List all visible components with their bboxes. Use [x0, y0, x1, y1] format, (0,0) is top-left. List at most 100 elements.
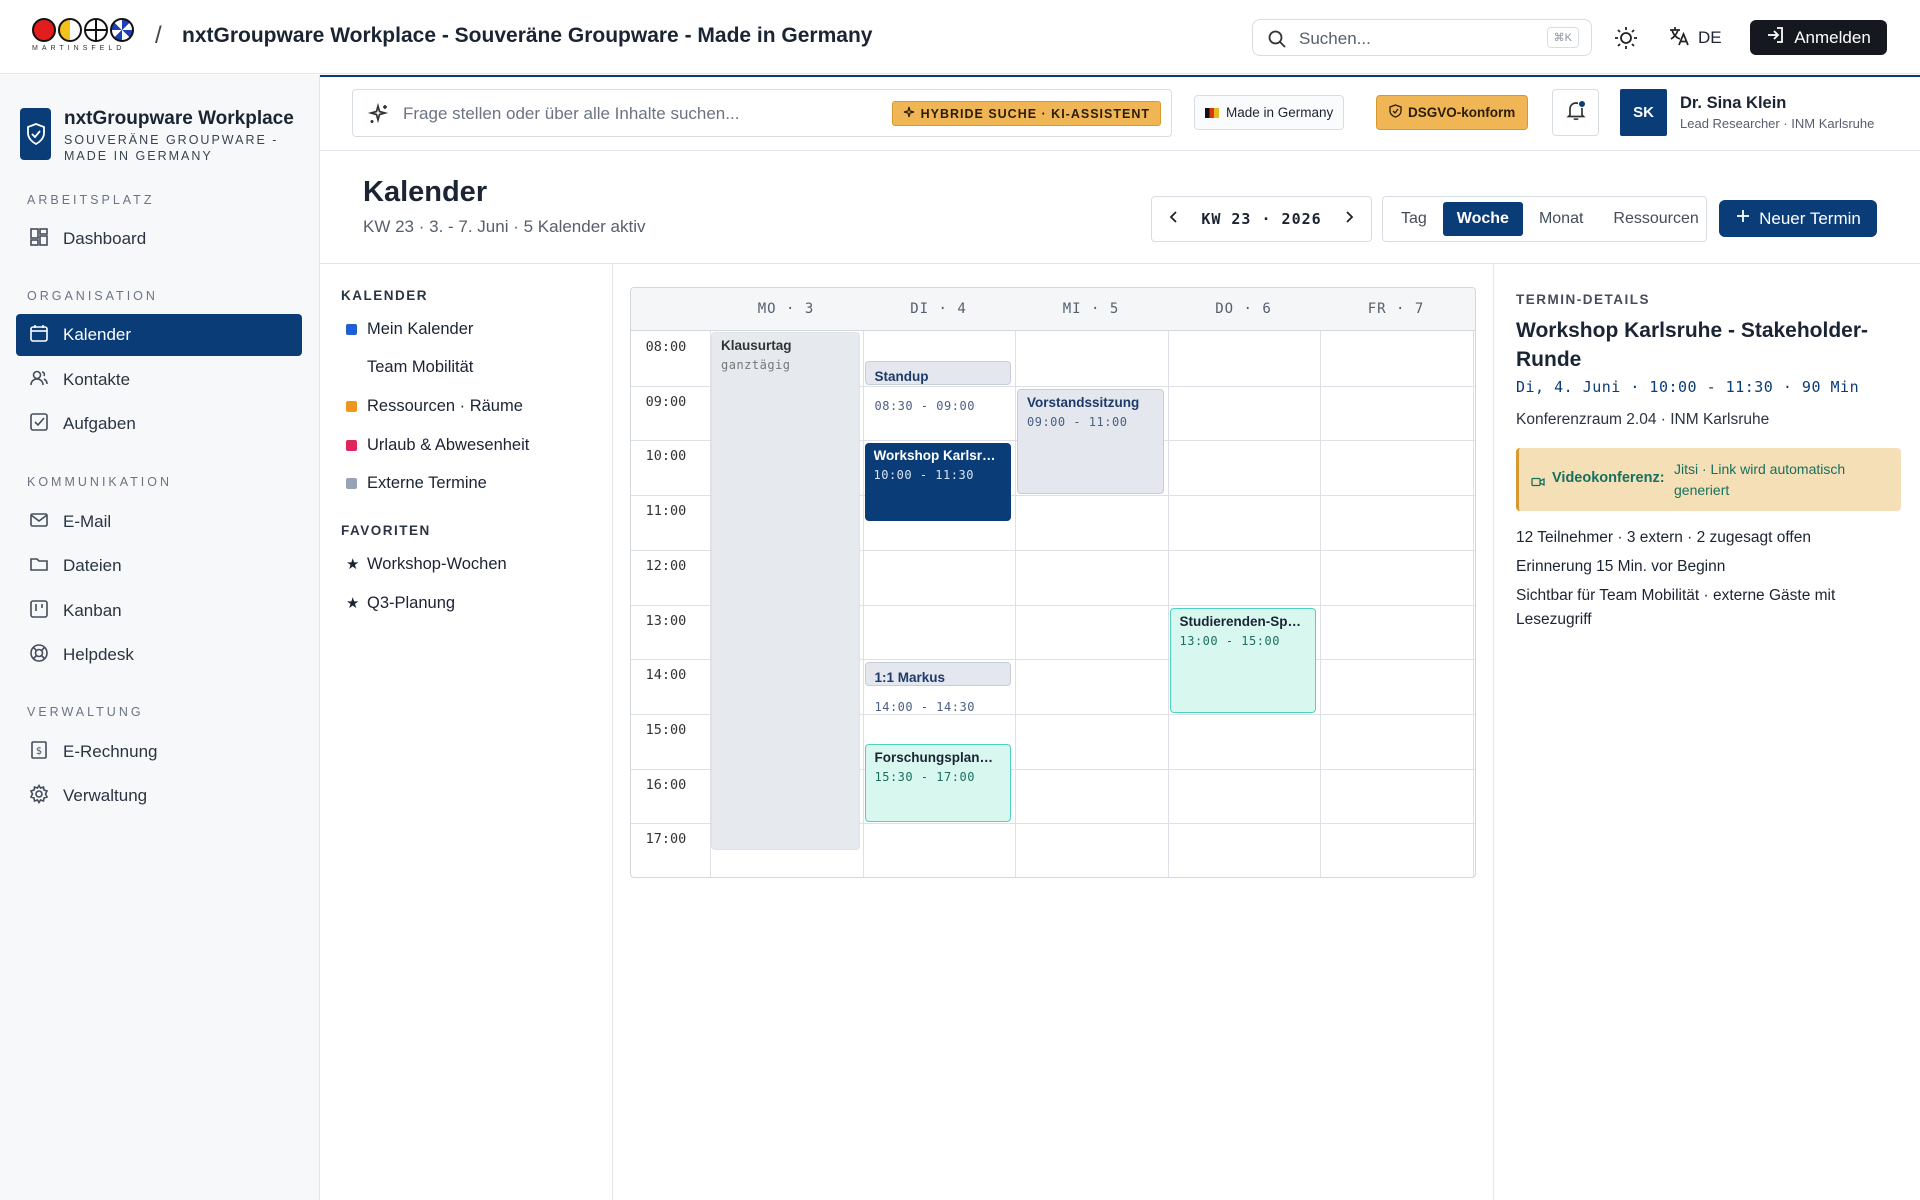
calendar-color-swatch	[346, 400, 357, 412]
sidebar-item-label: Helpdesk	[63, 645, 134, 664]
star-icon: ★	[346, 595, 360, 612]
login-icon	[1766, 25, 1786, 50]
day-gridline	[1167, 331, 1169, 877]
time-label: 17:00	[645, 831, 687, 848]
sidebar-item-kalender[interactable]: Kalender	[16, 314, 302, 356]
chevron-left-icon[interactable]	[1166, 209, 1182, 230]
event-title: Workshop Karlsruhe - Stakeholder-Runde	[873, 448, 1003, 464]
sidebar-item-verwaltung[interactable]: Verwaltung	[16, 775, 302, 817]
time-label: 13:00	[645, 612, 687, 629]
day-header[interactable]: MI · 5	[1015, 301, 1167, 317]
sidebar-item-e-rechnung[interactable]: $ E-Rechnung	[16, 731, 302, 773]
view-tab-tag[interactable]: Tag	[1387, 202, 1441, 236]
favorite-item-label: Workshop-Wochen	[367, 554, 507, 573]
sidebar-item-email[interactable]: E-Mail	[16, 501, 302, 543]
page-head: Kalender KW 23 · 3. - 7. Juni · 5 Kalend…	[320, 152, 1920, 264]
calendar-color-swatch	[346, 323, 357, 335]
search-icon	[1267, 29, 1287, 54]
dsgvo-label: DSGVO-konform	[1408, 105, 1516, 120]
details-location: Konferenzraum 2.04 · INM Karlsruhe	[1516, 411, 1770, 428]
calendar-item-externe-termine[interactable]: Externe Termine	[346, 472, 487, 494]
calendar-event[interactable]: Standup 08:30 - 09:00	[864, 361, 1011, 413]
sidebar-item-kontakte[interactable]: Kontakte	[16, 359, 302, 401]
language-button[interactable]: DE	[1668, 24, 1722, 52]
sidebar-item-helpdesk[interactable]: Helpdesk	[16, 634, 302, 676]
event-title: Studierenden-Sprechstunde	[1179, 613, 1307, 629]
shield-logo-icon	[20, 108, 51, 160]
dashboard-icon	[29, 227, 49, 252]
sidebar: nxtGroupware Workplace SOUVERÄNE GROUPWA…	[0, 75, 320, 1200]
calendars-heading: KALENDER	[341, 288, 429, 303]
user-name[interactable]: Dr. Sina Klein	[1680, 94, 1786, 113]
title-separator: /	[155, 22, 162, 49]
global-search-input[interactable]: Suchen... ⌘K	[1252, 19, 1592, 56]
section-label-kommunikation: KOMMUNIKATION	[27, 475, 173, 489]
logo-subtext: MARTINSFELD	[32, 45, 126, 52]
day-header[interactable]: DO · 6	[1168, 301, 1320, 317]
calendar-item-urlaub[interactable]: Urlaub & Abwesenheit	[346, 434, 529, 456]
details-visibility: Sichtbar für Team Mobilität · externe Gä…	[1516, 587, 1836, 628]
brand-subtitle: SOUVERÄNE GROUPWARE - MADE IN GERMANY	[64, 133, 279, 163]
sidebar-brand[interactable]: nxtGroupware Workplace SOUVERÄNE GROUPWA…	[20, 108, 310, 168]
view-tab-monat[interactable]: Monat	[1525, 202, 1597, 236]
login-button[interactable]: Anmelden	[1750, 20, 1887, 55]
sidebar-item-label: Dateien	[63, 556, 122, 575]
dsgvo-badge: DSGVO-konform	[1376, 95, 1529, 130]
time-label: 15:00	[645, 721, 687, 738]
video-conference-value: Jitsi · Link wird automatisch generiert	[1674, 461, 1846, 498]
time-label: 10:00	[645, 448, 687, 465]
folder-icon	[29, 554, 49, 579]
day-header[interactable]: MO · 3	[710, 301, 862, 317]
shield-check-icon	[1389, 104, 1402, 121]
theme-toggle-button[interactable]	[1612, 24, 1640, 52]
new-event-button[interactable]: Neuer Termin	[1719, 200, 1877, 237]
day-gridline	[1472, 331, 1474, 877]
event-time: 15:30 - 17:00	[874, 770, 975, 785]
ai-search-input[interactable]: Frage stellen oder über alle Inhalte suc…	[352, 89, 1172, 137]
calendar-event[interactable]: 1:1 Markus 14:00 - 14:30	[864, 662, 1011, 714]
page-title: Kalender	[363, 176, 488, 208]
ai-search-placeholder: Frage stellen oder über alle Inhalte suc…	[403, 104, 740, 123]
section-label-arbeitsplatz: ARBEITSPLATZ	[27, 193, 155, 207]
day-header[interactable]: DI · 4	[863, 301, 1015, 317]
calendar-event[interactable]: Studierenden-Sprechstunde 13:00 - 15:00	[1169, 607, 1316, 713]
calendar-item-mein-kalender[interactable]: Mein Kalender	[346, 318, 473, 340]
view-tab-ressourcen[interactable]: Ressourcen	[1599, 202, 1712, 236]
avatar[interactable]: SK	[1620, 89, 1667, 136]
view-tab-woche[interactable]: Woche	[1442, 202, 1523, 236]
view-switcher: Tag Woche Monat Ressourcen	[1382, 196, 1707, 242]
sidebar-item-label: Kanban	[63, 601, 122, 620]
calendar-event[interactable]: Workshop Karlsruhe - Stakeholder-Runde 10…	[864, 443, 1011, 522]
martinsfeld-logo[interactable]: MARTINSFELD	[32, 18, 140, 58]
calendar-event[interactable]: Klausurtag ganztägig	[711, 332, 860, 850]
day-header[interactable]: FR · 7	[1320, 301, 1472, 317]
event-time: 10:00 - 11:30	[873, 468, 974, 483]
hybrid-search-badge[interactable]: HYBRIDE SUCHE · KI-ASSISTENT	[891, 101, 1161, 126]
sidebar-item-label: E-Rechnung	[63, 742, 158, 761]
time-label: 16:00	[645, 776, 687, 793]
calendar-item-ressourcen[interactable]: Ressourcen · Räume	[346, 395, 523, 417]
calendar-item-team-mobilitaet[interactable]: Team Mobilität	[346, 356, 473, 378]
plus-icon	[1735, 208, 1751, 229]
event-title: 1:1 Markus	[874, 670, 946, 686]
notifications-button[interactable]	[1552, 89, 1599, 136]
favorite-item-q3-planung[interactable]: ★ Q3-Planung	[346, 592, 455, 614]
sidebar-item-label: E-Mail	[63, 512, 112, 531]
star-icon: ★	[346, 556, 360, 573]
calendar-event[interactable]: Vorstandssitzung 09:00 - 11:00	[1017, 388, 1164, 495]
sidebar-item-kanban[interactable]: Kanban	[16, 590, 302, 632]
event-time: 08:30 - 09:00	[874, 398, 975, 413]
favorite-item-workshop-wochen[interactable]: ★ Workshop-Wochen	[346, 553, 507, 575]
sidebar-item-label: Dashboard	[63, 229, 147, 248]
sidebar-item-aufgaben[interactable]: Aufgaben	[16, 403, 302, 445]
calendar-event[interactable]: Forschungsplanung 15:30 - 17:00	[864, 744, 1011, 823]
details-reminder: Erinnerung 15 Min. vor Beginn	[1516, 558, 1726, 575]
sidebar-item-dashboard[interactable]: Dashboard	[16, 218, 302, 260]
time-label: 11:00	[645, 503, 687, 520]
chevron-right-icon[interactable]	[1341, 209, 1357, 230]
favorites-heading: FAVORITEN	[341, 523, 431, 538]
calendar-color-swatch	[346, 477, 357, 489]
sidebar-item-dateien[interactable]: Dateien	[16, 545, 302, 587]
day-gridline	[1015, 331, 1016, 877]
translate-icon	[1668, 25, 1690, 52]
